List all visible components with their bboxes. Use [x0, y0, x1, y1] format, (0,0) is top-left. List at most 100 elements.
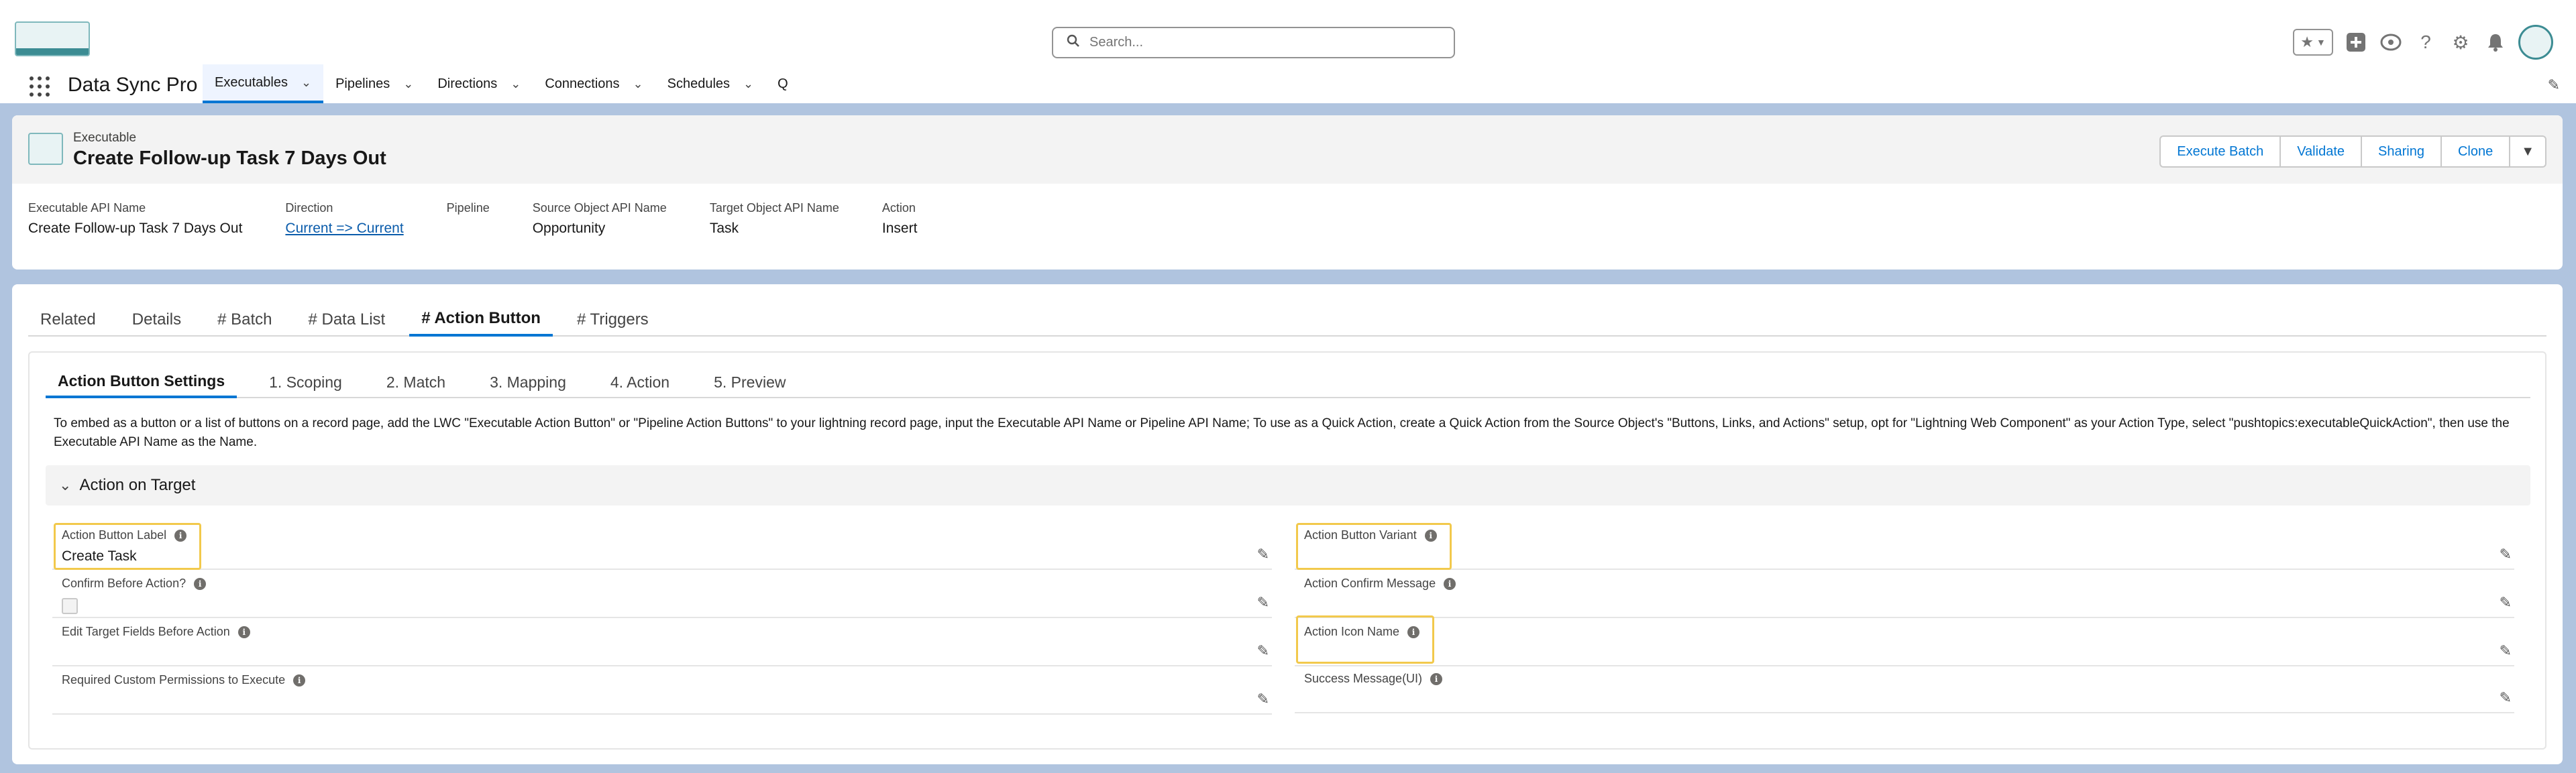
nav-item-q[interactable]: Q	[765, 64, 800, 103]
tab-action-button[interactable]: # Action Button	[409, 303, 553, 337]
chevron-down-icon[interactable]: ⌄	[403, 77, 413, 91]
edit-pencil-icon[interactable]: ✎	[1257, 691, 1269, 708]
tab-triggers[interactable]: # Triggers	[565, 303, 661, 337]
field-confirm-before-action: Confirm Before Action? i ✎	[52, 571, 1272, 618]
validate-button[interactable]: Validate	[2279, 135, 2362, 168]
chevron-down-icon[interactable]: ⌄	[633, 77, 643, 91]
highlight-value: Insert	[881, 221, 918, 236]
chevron-down-icon[interactable]: ⌄	[511, 77, 521, 91]
field-label: Required Custom Permissions to Execute	[62, 673, 286, 687]
record-type: Executable	[73, 131, 137, 145]
section-title: Action on Target	[79, 476, 196, 494]
info-icon[interactable]: i	[237, 626, 250, 638]
info-icon[interactable]: i	[293, 674, 306, 687]
tab-batch[interactable]: # Batch	[205, 303, 284, 337]
nav-item-label: Q	[777, 76, 788, 91]
chevron-down-icon[interactable]: ⌄	[743, 77, 753, 91]
field-action-button-label: Action Button Label i Create Task ✎	[52, 523, 1272, 570]
highlight-value: Opportunity	[532, 221, 606, 236]
direction-link[interactable]: Current => Current	[285, 221, 403, 237]
nav-item-label: Pipelines	[335, 76, 390, 91]
info-icon[interactable]: i	[1430, 672, 1443, 685]
tab-related[interactable]: Related	[28, 303, 108, 337]
subtab-scoping[interactable]: 1. Scoping	[257, 366, 354, 398]
edit-nav-pencil-icon[interactable]: ✎	[2548, 76, 2560, 94]
app-name: Data Sync Pro	[68, 74, 198, 96]
section-action-on-target[interactable]: ⌄ Action on Target	[46, 465, 2530, 506]
help-icon[interactable]: ?	[2414, 30, 2438, 54]
field-success-message-ui: Success Message(UI) i ✎	[1295, 666, 2514, 713]
nav-item-label: Executables	[215, 74, 288, 90]
record-header: Executable Create Follow-up Task 7 Days …	[12, 115, 2563, 270]
subtab-match[interactable]: 2. Match	[374, 366, 458, 398]
embed-instructions: To embed as a button or a list of button…	[54, 416, 2510, 449]
chevron-down-icon: ▼	[2316, 37, 2326, 48]
sharing-button[interactable]: Sharing	[2361, 135, 2442, 168]
bell-icon[interactable]	[2483, 30, 2508, 54]
subtab-mapping[interactable]: 3. Mapping	[478, 366, 578, 398]
record-title: Create Follow-up Task 7 Days Out	[73, 147, 386, 169]
field-label: Edit Target Fields Before Action	[62, 625, 230, 638]
record-actions: Execute Batch Validate Sharing Clone ▼	[2159, 135, 2546, 168]
highlight-box	[54, 523, 201, 570]
company-logo[interactable]	[15, 21, 90, 56]
nav-item-label: Directions	[437, 76, 498, 91]
edit-pencil-icon[interactable]: ✎	[2500, 546, 2512, 563]
confirm-before-action-checkbox[interactable]	[62, 598, 78, 614]
app-launcher-icon[interactable]	[30, 76, 50, 97]
clone-button[interactable]: Clone	[2440, 135, 2511, 168]
tab-data-list[interactable]: # Data List	[296, 303, 397, 337]
nav-item-pipelines[interactable]: Pipelines ⌄	[323, 64, 425, 103]
edit-pencil-icon[interactable]: ✎	[1257, 546, 1269, 563]
record-icon	[28, 133, 63, 165]
edit-pencil-icon[interactable]: ✎	[2500, 594, 2512, 611]
nav-item-label: Schedules	[667, 76, 731, 91]
execute-batch-button[interactable]: Execute Batch	[2159, 135, 2282, 168]
edit-pencil-icon[interactable]: ✎	[1257, 642, 1269, 660]
more-actions-chevron-down-icon[interactable]: ▼	[2509, 135, 2546, 168]
highlight-value: Task	[709, 221, 739, 236]
chevron-down-icon[interactable]: ⌄	[301, 76, 311, 90]
search-placeholder: Search...	[1089, 35, 1144, 50]
nav-item-directions[interactable]: Directions ⌄	[425, 64, 533, 103]
field-label: Action Confirm Message	[1304, 577, 1436, 590]
highlight-target-object: Target Object API Name Task	[710, 201, 839, 237]
record-tabs: Related Details # Batch # Data List # Ac…	[28, 303, 2546, 337]
field-label: Confirm Before Action?	[62, 577, 186, 590]
subtab-action[interactable]: 4. Action	[598, 366, 682, 398]
star-icon: ★	[2300, 34, 2314, 50]
edit-pencil-icon[interactable]: ✎	[2500, 642, 2512, 660]
tab-details[interactable]: Details	[120, 303, 193, 337]
edit-pencil-icon[interactable]: ✎	[2500, 689, 2512, 707]
nav-item-connections[interactable]: Connections ⌄	[533, 64, 655, 103]
highlight-box	[1296, 523, 1452, 570]
trailhead-icon[interactable]	[2379, 30, 2403, 54]
chevron-down-icon: ⌄	[59, 477, 72, 493]
subtab-preview[interactable]: 5. Preview	[702, 366, 798, 398]
search-icon	[1067, 34, 1080, 51]
favorites-button[interactable]: ★ ▼	[2293, 29, 2333, 56]
gear-icon[interactable]: ⚙	[2449, 30, 2473, 54]
highlight-box	[1296, 615, 1434, 664]
global-search-input[interactable]: Search...	[1052, 27, 1455, 58]
highlights-panel: Executable API Name Create Follow-up Tas…	[28, 201, 960, 237]
user-avatar[interactable]	[2518, 25, 2553, 60]
field-label: Success Message(UI)	[1304, 672, 1423, 685]
highlight-label: Executable API Name	[28, 201, 146, 215]
highlight-value: Create Follow-up Task 7 Days Out	[28, 221, 243, 236]
field-action-confirm-message: Action Confirm Message i ✎	[1295, 571, 2514, 618]
add-icon[interactable]	[2344, 30, 2368, 54]
subtab-action-button-settings[interactable]: Action Button Settings	[46, 366, 237, 398]
highlight-label: Action	[881, 201, 916, 215]
field-required-custom-permissions: Required Custom Permissions to Execute i …	[52, 668, 1272, 715]
edit-pencil-icon[interactable]: ✎	[1257, 594, 1269, 611]
nav-item-executables[interactable]: Executables ⌄	[203, 64, 324, 103]
highlight-label: Target Object API Name	[709, 201, 839, 215]
highlight-direction: Direction Current => Current	[285, 201, 403, 237]
action-button-panel: Action Button Settings 1. Scoping 2. Mat…	[28, 351, 2546, 750]
info-icon[interactable]: i	[1444, 577, 1456, 590]
nav-item-schedules[interactable]: Schedules ⌄	[655, 64, 766, 103]
highlight-action: Action Insert	[882, 201, 918, 237]
info-icon[interactable]: i	[194, 577, 207, 590]
field-action-icon-name: Action Icon Name i ✎	[1295, 619, 2514, 666]
